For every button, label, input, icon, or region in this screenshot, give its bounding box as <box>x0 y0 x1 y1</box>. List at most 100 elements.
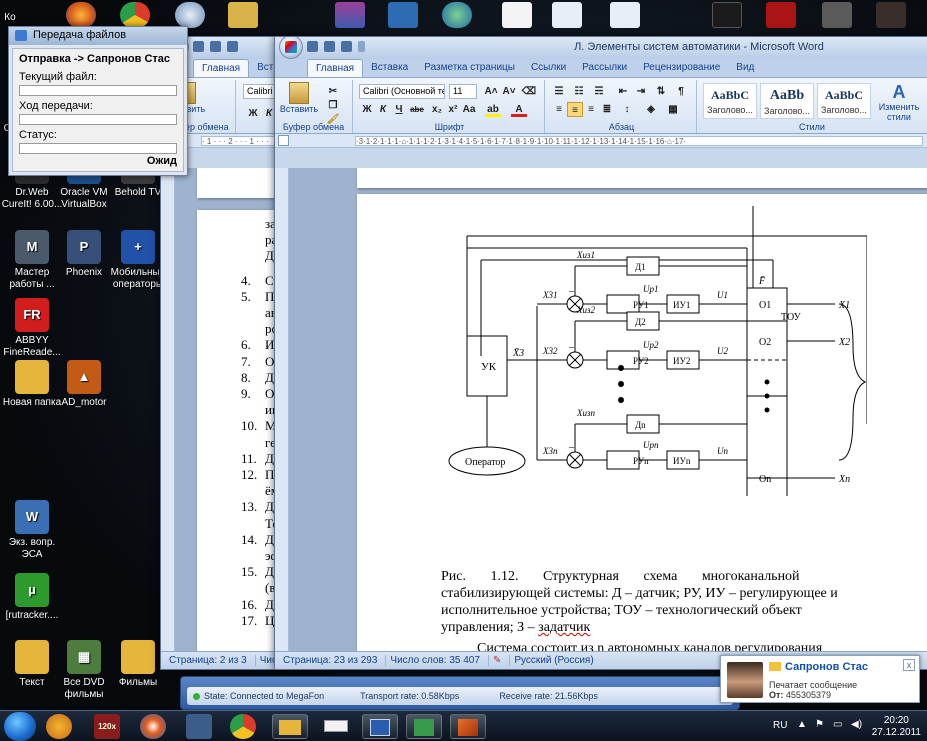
font-size-combo[interactable]: 11 <box>449 84 477 99</box>
game-icon[interactable]: 120x <box>94 714 120 739</box>
archive-icon[interactable] <box>228 2 258 28</box>
customize-icon[interactable] <box>358 41 365 52</box>
safari-icon[interactable] <box>175 2 205 28</box>
sort-icon[interactable]: ⇅ <box>653 84 669 99</box>
modem-status-window[interactable]: State: Connected to MegaFon Transport ra… <box>180 676 740 710</box>
superscript-button[interactable]: x² <box>445 102 461 117</box>
yahoo-icon[interactable] <box>318 714 354 739</box>
save-icon[interactable] <box>307 41 318 52</box>
word-window-front[interactable]: Л. Элементы систем автоматики - Microsof… <box>274 36 927 670</box>
show-marks-icon[interactable]: ¶ <box>673 84 689 99</box>
tab-home[interactable]: Главная <box>193 59 250 77</box>
underline-button[interactable]: Ч <box>391 102 407 117</box>
explorer-icon[interactable] <box>272 714 308 739</box>
bold-button[interactable]: Ж <box>245 106 261 121</box>
increase-indent-icon[interactable]: ⇥ <box>633 84 649 99</box>
title-bar[interactable]: Передача файлов <box>9 27 187 45</box>
avast-icon[interactable] <box>46 714 72 739</box>
style-heading-2[interactable]: AaBb Заголово... <box>760 83 814 119</box>
horizontal-ruler[interactable]: ·3·1·2·1·1·1·⌂·1·1·1·2·1·3·1·4·1·5·1·6·1… <box>355 136 923 146</box>
tab-selector[interactable] <box>278 135 289 146</box>
network-icon[interactable]: ▭ <box>833 719 842 730</box>
globe-icon[interactable] <box>442 2 472 28</box>
users-icon[interactable] <box>388 2 418 28</box>
sender-name[interactable]: Сапронов Стас <box>769 661 868 673</box>
undo-icon[interactable] <box>210 41 221 52</box>
clear-format-icon[interactable]: ⌫ <box>521 84 537 99</box>
borders-icon[interactable]: ▦ <box>665 102 681 117</box>
status-page[interactable]: Страница: 23 из 293 <box>279 655 387 666</box>
tab-3[interactable]: Ссылки <box>523 59 574 77</box>
firefox-icon[interactable] <box>66 2 96 28</box>
tab-2[interactable]: Разметка страницы <box>416 59 523 77</box>
spellcheck-icon[interactable]: ✎ <box>489 655 511 666</box>
line-spacing-icon[interactable]: ↕ <box>619 102 635 117</box>
bold-button[interactable]: Ж <box>359 102 375 117</box>
clock[interactable]: 20:20 27.12.2011 <box>872 715 921 739</box>
tab-4[interactable]: Рассылки <box>574 59 635 77</box>
font-name-combo[interactable]: Calibri (Основной те <box>359 84 445 99</box>
flag-icon[interactable]: ⚑ <box>815 719 824 730</box>
winrar-icon[interactable] <box>335 2 365 28</box>
change-styles-button[interactable]: A Изменить стили <box>877 82 921 122</box>
paste-button[interactable]: Вставить <box>279 82 319 114</box>
tab-0[interactable]: Главная <box>307 59 364 77</box>
game-icon[interactable] <box>766 2 796 28</box>
highlight-button[interactable]: ab <box>485 102 501 117</box>
grow-font-button[interactable]: A˄ <box>483 84 499 99</box>
tray-arrow-icon[interactable]: ▲ <box>797 719 807 730</box>
justify-icon[interactable]: ≣ <box>599 102 615 117</box>
chrome-icon[interactable] <box>230 714 256 739</box>
shrink-font-button[interactable]: A˅ <box>501 84 517 99</box>
word-doc-icon[interactable] <box>552 2 582 28</box>
italic-button[interactable]: К <box>375 102 391 117</box>
word-doc-icon[interactable] <box>610 2 640 28</box>
chrome-icon[interactable] <box>120 2 150 28</box>
tab-6[interactable]: Вид <box>728 59 762 77</box>
volume-icon[interactable]: ◀) <box>851 719 862 730</box>
spelling-error[interactable]: задатчик <box>538 620 590 635</box>
redo-icon[interactable] <box>341 41 352 52</box>
status-language[interactable]: Русский (Россия) <box>510 655 601 666</box>
start-button[interactable] <box>4 712 36 741</box>
vertical-ruler[interactable] <box>275 168 289 651</box>
close-icon[interactable]: x <box>903 659 915 671</box>
media-player-icon[interactable] <box>140 714 166 739</box>
counter-strike-icon[interactable] <box>822 2 852 28</box>
redo-icon[interactable] <box>227 41 238 52</box>
tool-icon[interactable] <box>186 714 212 739</box>
game-icon[interactable] <box>876 2 906 28</box>
multilevel-list-icon[interactable]: ☴ <box>591 84 607 99</box>
style-heading-1[interactable]: AaBbC Заголово... <box>703 83 757 119</box>
status-words[interactable]: Число слов: 35 407 <box>386 655 489 666</box>
decrease-indent-icon[interactable]: ⇤ <box>615 84 631 99</box>
bullets-icon[interactable]: ☰ <box>551 84 567 99</box>
font-color-button[interactable]: A <box>511 102 527 117</box>
subscript-button[interactable]: x₂ <box>429 102 445 117</box>
page[interactable]: РУ1 ИУ1 Д1 O1 X1 X31 Xиз1 Uр1 U1 – РУ2 ИУ2 Д2 O2 X2 X32… <box>357 194 927 651</box>
word-taskbar-icon[interactable] <box>362 714 398 739</box>
cut-icon[interactable]: ✂ <box>325 84 341 99</box>
desktop-shortcut[interactable]: µ [rutracker.... <box>0 573 64 622</box>
desktop-shortcut[interactable]: FR ABBYY FineReade... <box>0 298 64 359</box>
matlab-taskbar-icon[interactable] <box>450 714 486 739</box>
copy-icon[interactable]: ❐ <box>325 98 341 113</box>
language-indicator[interactable]: RU <box>773 720 787 731</box>
message-notification[interactable]: Сапронов Стас Печатает сообщение От: 455… <box>720 655 920 703</box>
strikethrough-button[interactable]: abe <box>409 102 425 117</box>
shading-icon[interactable]: ◈ <box>643 102 659 117</box>
align-center-icon[interactable]: ≡ <box>567 102 583 117</box>
save-icon[interactable] <box>193 41 204 52</box>
document-icon[interactable] <box>502 2 532 28</box>
status-page[interactable]: Страница: 2 из 3 <box>165 655 256 666</box>
change-case-button[interactable]: Aa <box>461 102 477 117</box>
office-button[interactable] <box>279 37 303 59</box>
desktop-shortcut[interactable]: ▲ AD_motor <box>52 360 116 409</box>
solitaire-icon[interactable] <box>712 2 742 28</box>
title-bar[interactable]: Л. Элементы систем автоматики - Microsof… <box>275 37 927 59</box>
style-heading-3[interactable]: AaBbC Заголово... <box>817 83 871 119</box>
tab-1[interactable]: Вставка <box>363 59 416 77</box>
align-right-icon[interactable]: ≡ <box>583 102 599 117</box>
file-transfer-window[interactable]: Передача файлов Отправка -> Сапронов Ста… <box>8 26 188 176</box>
tab-5[interactable]: Рецензирование <box>635 59 728 77</box>
